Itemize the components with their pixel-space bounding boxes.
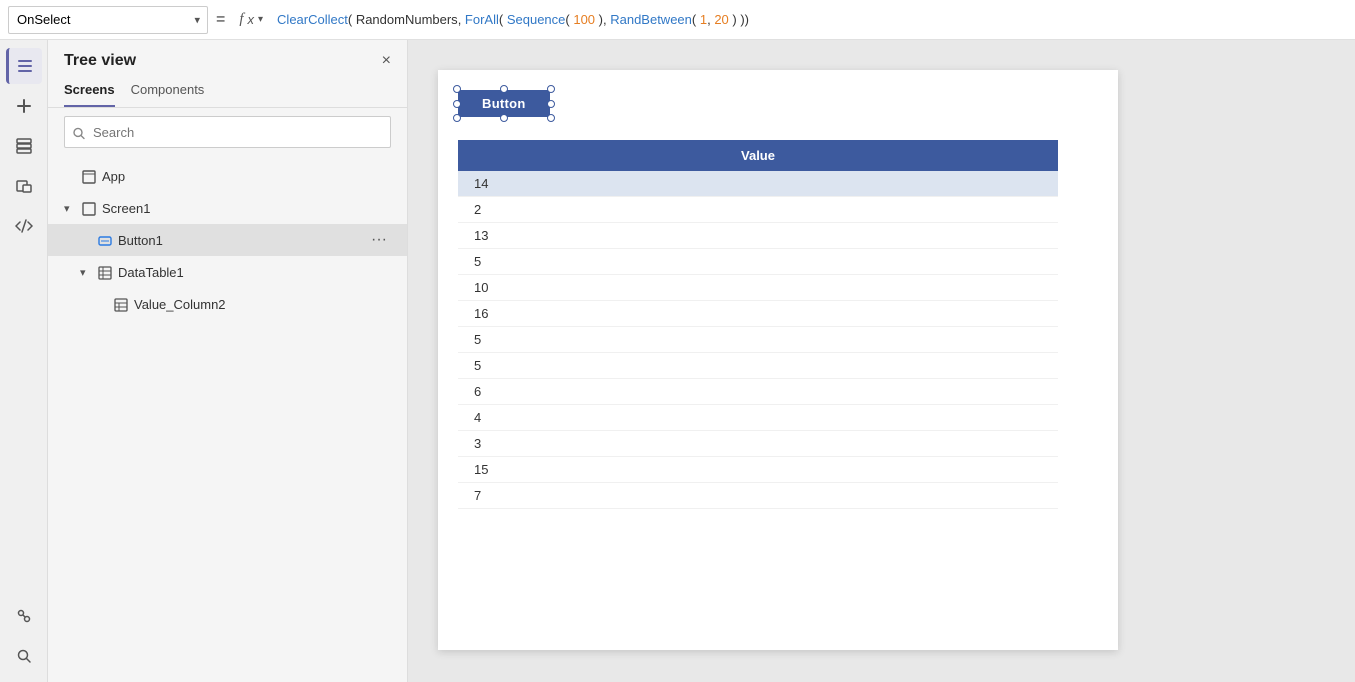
screen-icon (82, 200, 96, 216)
property-selector[interactable]: OnSelect (8, 6, 208, 34)
formula-20: 20 (714, 12, 728, 27)
chevron-datatable1: ▾ (80, 266, 92, 279)
table-row: 13 (458, 223, 1058, 249)
formula-paren1: ( (348, 12, 356, 27)
fx-label: x (248, 12, 255, 27)
table-row: 15 (458, 457, 1058, 483)
handle-bc (500, 114, 508, 122)
sidebar-item-media[interactable] (6, 168, 42, 204)
button-icon (98, 232, 112, 248)
formula-paren2: ( (499, 12, 507, 27)
handle-bl (453, 114, 461, 122)
formula-forall: ForAll (465, 12, 499, 27)
tree-item-screen1[interactable]: ▾ Screen1 (48, 192, 407, 224)
tree-item-app[interactable]: App (48, 160, 407, 192)
app-label: App (102, 169, 391, 184)
handle-ml (453, 100, 461, 108)
fx-button[interactable]: f x ▾ (233, 9, 269, 30)
formula-paren4: ), (595, 12, 610, 27)
formula-sequence: Sequence (507, 12, 566, 27)
column-icon (114, 296, 128, 312)
property-selector-wrapper: OnSelect (8, 6, 208, 34)
search-input[interactable] (64, 116, 391, 148)
screen1-label: Screen1 (102, 201, 391, 216)
sidebar-item-search[interactable] (6, 638, 42, 674)
table-row: 6 (458, 379, 1058, 405)
button1-label: Button1 (118, 233, 361, 248)
tab-components[interactable]: Components (131, 78, 205, 107)
formula-close: ) )) (729, 12, 749, 27)
chevron-screen1: ▾ (64, 202, 76, 215)
formula-bar: ClearCollect( RandomNumbers, ForAll( Seq… (277, 6, 1347, 34)
search-box (64, 116, 391, 148)
canvas-area[interactable]: Button Value 142135101655643157 (408, 40, 1355, 682)
fx-icon: f (239, 11, 243, 28)
handle-tl (453, 85, 461, 93)
icon-bar (0, 40, 48, 682)
app-icon (82, 168, 96, 184)
table-row: 5 (458, 353, 1058, 379)
tree-header: Tree view × (48, 40, 407, 78)
tree-content: App ▾ Screen1 (48, 156, 407, 682)
button1-more[interactable]: ··· (367, 229, 391, 251)
datatable1-label: DataTable1 (118, 265, 391, 280)
main-layout: Tree view × Screens Components (0, 40, 1355, 682)
tree-title: Tree view (64, 52, 136, 70)
handle-mr (547, 100, 555, 108)
tree-panel: Tree view × Screens Components (48, 40, 408, 682)
canvas-button-wrapper: Button (458, 90, 550, 117)
table-row: 16 (458, 301, 1058, 327)
sidebar-item-layers[interactable] (6, 48, 42, 84)
table-row: 4 (458, 405, 1058, 431)
formula-100: 100 (573, 12, 595, 27)
sidebar-item-variables[interactable] (6, 598, 42, 634)
search-icon (72, 124, 85, 139)
value-column2-label: Value_Column2 (134, 297, 391, 312)
fx-dropdown-icon: ▾ (258, 14, 263, 25)
canvas-content: Button Value 142135101655643157 (438, 70, 1118, 650)
table-row: 5 (458, 327, 1058, 353)
handle-tc (500, 85, 508, 93)
tree-item-value-column2[interactable]: Value_Column2 (48, 288, 407, 320)
canvas-data-table: Value 142135101655643157 (458, 140, 1058, 509)
sidebar-item-data[interactable] (6, 128, 42, 164)
formula-randomnumbers: RandomNumbers (356, 12, 458, 27)
canvas-button[interactable]: Button (458, 90, 550, 117)
top-bar: OnSelect = f x ▾ ClearCollect( RandomNum… (0, 0, 1355, 40)
tree-close-button[interactable]: × (382, 53, 391, 69)
formula-comma1: , (458, 12, 465, 27)
tab-screens[interactable]: Screens (64, 78, 115, 107)
tree-item-button1[interactable]: Button1 ··· (48, 224, 407, 256)
sidebar-item-code[interactable] (6, 208, 42, 244)
table-row: 3 (458, 431, 1058, 457)
table-row: 14 (458, 171, 1058, 197)
table-row: 7 (458, 483, 1058, 509)
sidebar-item-add[interactable] (6, 88, 42, 124)
data-table-header: Value (458, 140, 1058, 171)
table-row: 5 (458, 249, 1058, 275)
tree-item-datatable1[interactable]: ▾ DataTable1 (48, 256, 407, 288)
table-icon (98, 264, 112, 280)
data-table-body: 142135101655643157 (458, 171, 1058, 509)
handle-br (547, 114, 555, 122)
formula-paren5: ( (692, 12, 700, 27)
tree-tabs: Screens Components (48, 78, 407, 108)
handle-tr (547, 85, 555, 93)
table-row: 10 (458, 275, 1058, 301)
formula-randbetween: RandBetween (610, 12, 692, 27)
formula-clearcollect: ClearCollect (277, 12, 348, 27)
formula-1: 1 (700, 12, 707, 27)
table-row: 2 (458, 197, 1058, 223)
equals-sign: = (216, 11, 225, 29)
